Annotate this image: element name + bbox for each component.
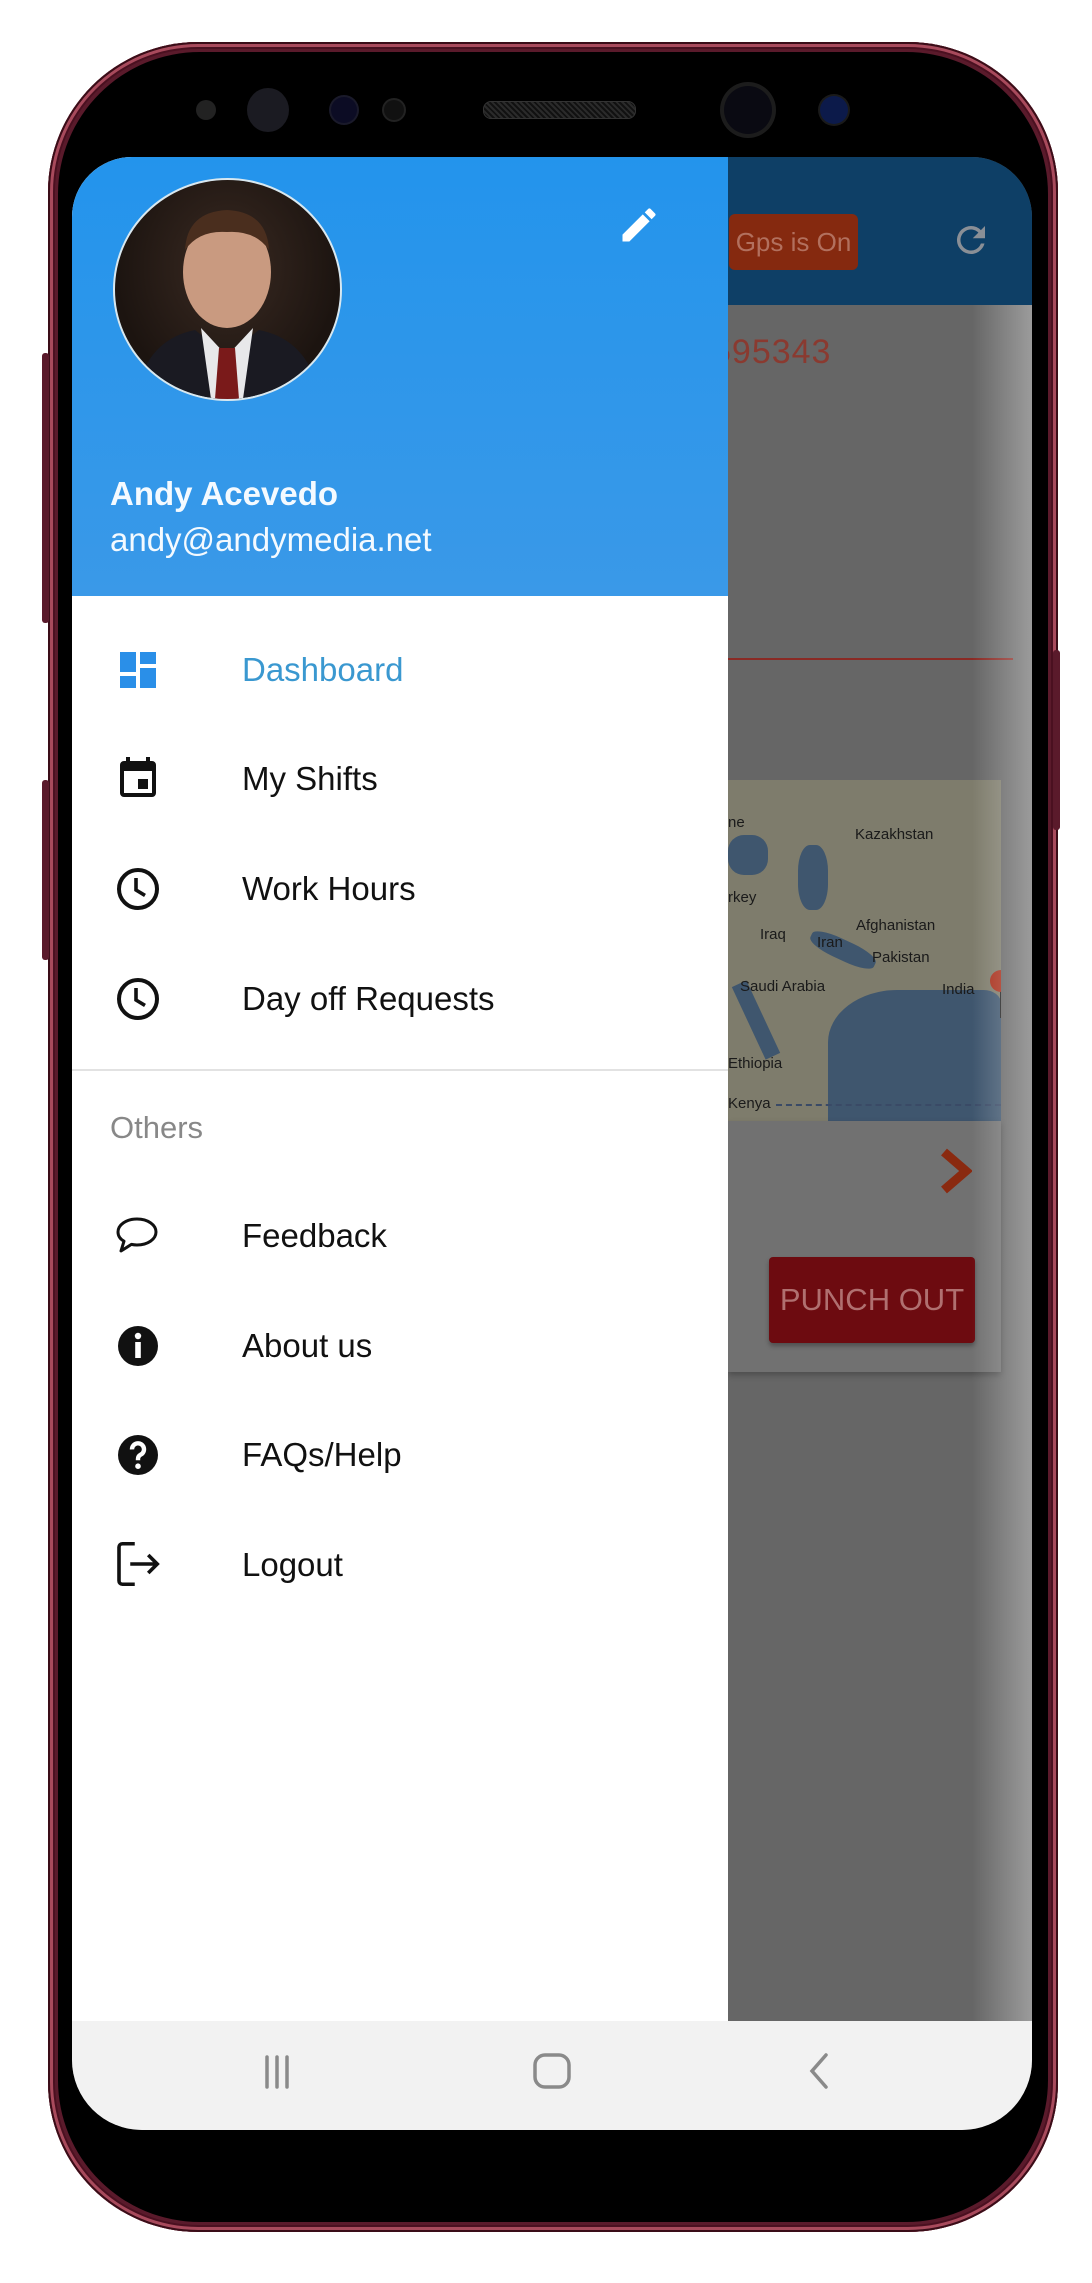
menu-item-logout[interactable]: Logout	[72, 1515, 728, 1615]
user-email: andy@andymedia.net	[110, 521, 432, 558]
caspian-sea	[798, 845, 828, 910]
menu-item-about-us[interactable]: About us	[72, 1296, 728, 1396]
map-label: Iraq	[760, 926, 786, 943]
map-label: Ethiopia	[728, 1055, 783, 1072]
profile-photo	[135, 210, 320, 399]
chevron-right-icon[interactable]	[938, 1148, 972, 1194]
recents-icon[interactable]	[258, 2051, 308, 2101]
menu-label: Feedback	[242, 1217, 387, 1254]
volume-button	[42, 353, 49, 623]
map-label: Pakistan	[872, 949, 930, 966]
menu-item-my-shifts[interactable]: My Shifts	[72, 729, 728, 829]
map-label: Kazakhstan	[855, 826, 934, 843]
front-sensor	[820, 96, 848, 124]
logout-icon	[117, 1541, 160, 1587]
power-button	[1053, 650, 1060, 830]
proximity-sensor	[196, 100, 216, 120]
menu-divider	[72, 1069, 728, 1071]
drawer-header: Andy Acevedo andy@andymedia.net	[72, 157, 728, 596]
map-label: India	[942, 981, 975, 998]
clock-icon	[117, 868, 159, 910]
refresh-icon[interactable]	[950, 219, 992, 261]
menu-item-day-off-requests[interactable]: Day off Requests	[72, 949, 728, 1049]
menu-label: FAQs/Help	[242, 1436, 402, 1473]
equator-line	[776, 1104, 1001, 1106]
employee-id-text: 595343	[712, 333, 832, 371]
light-sensor	[384, 100, 404, 120]
pencil-icon[interactable]	[617, 203, 661, 247]
section-title-others: Others	[110, 1110, 204, 1145]
menu-label: About us	[242, 1327, 373, 1364]
menu-label: Day off Requests	[242, 980, 495, 1017]
menu-label: Work Hours	[242, 870, 416, 907]
clock-icon	[117, 978, 159, 1020]
earpiece-speaker	[483, 101, 636, 119]
map-label: ne	[728, 814, 745, 831]
menu-item-faqs-help[interactable]: FAQs/Help	[72, 1405, 728, 1505]
menu-label: My Shifts	[242, 760, 378, 797]
help-icon	[118, 1435, 158, 1475]
system-navigation-bar	[72, 2021, 1032, 2130]
menu-label: Logout	[242, 1546, 343, 1583]
menu-item-dashboard[interactable]: Dashboard	[72, 620, 728, 720]
map-label: Iran	[817, 934, 843, 951]
iris-sensor	[247, 88, 289, 132]
iris-camera	[331, 97, 357, 123]
location-map[interactable]: ne Kazakhstan rkey Iraq Iran Afghanistan…	[728, 780, 1001, 1121]
map-label: Kenya	[728, 1095, 771, 1112]
user-name: Andy Acevedo	[110, 475, 339, 512]
dashboard-icon	[120, 652, 156, 688]
speech-bubble-icon	[116, 1217, 158, 1253]
punch-out-button[interactable]: PUNCH OUT	[769, 1257, 975, 1343]
map-label: Afghanistan	[856, 917, 936, 934]
front-camera	[724, 86, 772, 134]
map-label: Saudi Arabia	[740, 978, 826, 995]
menu-item-feedback[interactable]: Feedback	[72, 1186, 728, 1286]
black-sea	[728, 835, 768, 875]
menu-label: Dashboard	[242, 651, 404, 688]
avatar[interactable]	[113, 178, 342, 401]
bixby-button	[42, 780, 49, 960]
back-icon[interactable]	[804, 2051, 854, 2101]
navigation-drawer: Andy Acevedo andy@andymedia.net Dashboar…	[72, 157, 728, 2021]
info-icon	[118, 1326, 158, 1366]
underline-divider	[728, 658, 1013, 660]
map-label: rkey	[728, 889, 757, 906]
gps-status-badge[interactable]: Gps is On	[729, 214, 858, 270]
menu-item-work-hours[interactable]: Work Hours	[72, 839, 728, 939]
calendar-icon	[120, 757, 156, 797]
screen-edge-curve	[972, 305, 1032, 2021]
screen: Gps is On 595343 ne Kazakhstan rkey Iraq…	[72, 157, 1032, 2130]
home-icon[interactable]	[529, 2051, 579, 2101]
